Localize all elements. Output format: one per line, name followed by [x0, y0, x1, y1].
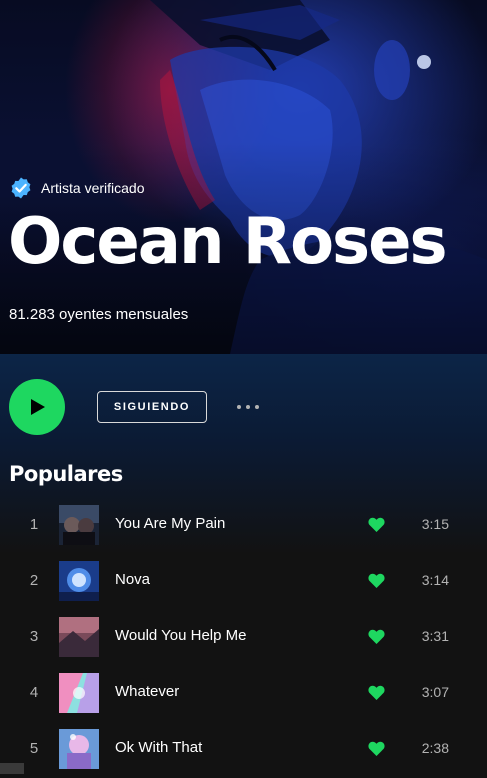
track-number: 4: [29, 684, 39, 701]
artist-name: Ocean Roses: [8, 205, 448, 279]
liked-heart-icon[interactable]: [368, 517, 385, 533]
more-dot: [237, 405, 241, 409]
track-cover: [59, 505, 99, 545]
album-art-image: [59, 617, 99, 657]
liked-heart-icon[interactable]: [368, 685, 385, 701]
track-number: 1: [29, 516, 39, 533]
popular-section-title: Populares: [9, 462, 123, 486]
more-dot: [255, 405, 259, 409]
play-icon: [31, 399, 45, 415]
liked-heart-icon[interactable]: [368, 573, 385, 589]
more-options-icon[interactable]: [232, 398, 264, 416]
track-row[interactable]: 4 Whatever 3:07: [0, 666, 487, 722]
track-row[interactable]: 2 Nova 3:14: [0, 554, 487, 610]
artist-header: Artista verificado Ocean Roses 81.283 oy…: [0, 0, 487, 354]
track-cover: [59, 561, 99, 601]
album-art-image: [59, 505, 99, 545]
track-row[interactable]: 3 Would You Help Me 3:31: [0, 610, 487, 666]
track-row[interactable]: 1 You Are My Pain 3:15: [0, 498, 487, 554]
scrollbar-stub[interactable]: [0, 763, 24, 774]
track-number: 2: [29, 572, 39, 589]
verified-text: Artista verificado: [41, 180, 145, 196]
album-art-image: [59, 673, 99, 713]
liked-heart-icon[interactable]: [368, 741, 385, 757]
play-button[interactable]: [9, 379, 65, 435]
following-button[interactable]: SIGUIENDO: [97, 391, 207, 423]
track-duration: 3:31: [421, 628, 449, 644]
album-art-image: [59, 561, 99, 601]
track-duration: 2:38: [421, 740, 449, 756]
track-row[interactable]: 5 Ok With That 2:38: [0, 722, 487, 778]
monthly-listeners: 81.283 oyentes mensuales: [9, 306, 189, 323]
track-duration: 3:14: [421, 572, 449, 588]
track-title: Nova: [115, 571, 151, 588]
track-title: Whatever: [115, 683, 180, 700]
track-title: Ok With That: [115, 739, 203, 756]
track-cover: [59, 617, 99, 657]
album-art-image: [59, 729, 99, 769]
track-number: 3: [29, 628, 39, 645]
track-title: Would You Help Me: [115, 627, 247, 644]
verified-artist-label: Artista verificado: [9, 176, 144, 200]
verified-badge-icon: [11, 177, 31, 199]
track-number: 5: [29, 740, 39, 757]
track-cover: [59, 673, 99, 713]
track-title: You Are My Pain: [115, 515, 226, 532]
track-duration: 3:15: [421, 516, 449, 532]
track-duration: 3:07: [421, 684, 449, 700]
liked-heart-icon[interactable]: [368, 629, 385, 645]
track-cover: [59, 729, 99, 769]
more-dot: [246, 405, 250, 409]
